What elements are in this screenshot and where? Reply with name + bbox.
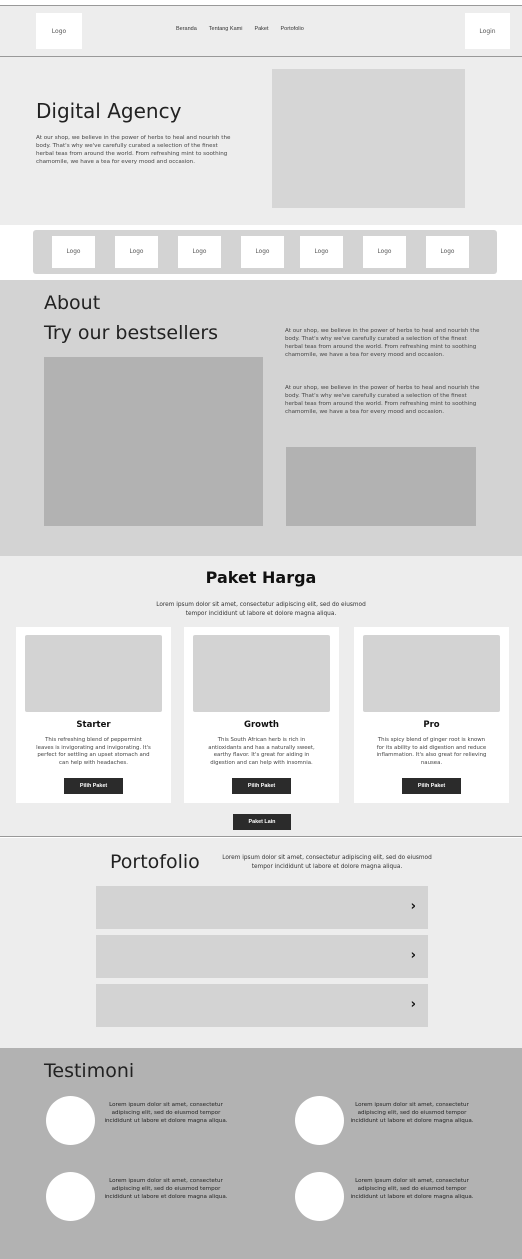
about-title: About [44,292,101,314]
chevron-right-icon: › [410,948,416,963]
card-image-placeholder [25,635,162,712]
login-button[interactable]: Login [465,13,510,49]
portfolio-title: Portofolio [110,851,200,873]
portfolio-section: Portofolio Lorem ipsum dolor sit amet, c… [0,838,522,1048]
about-paragraph: At our shop, we believe in the power of … [285,385,480,415]
client-logo: Logo [52,236,95,268]
client-logo: Logo [178,236,221,268]
pricing-card-starter: Starter This refreshing blend of pepperm… [16,627,171,803]
card-title: Starter [76,720,111,730]
testimonial-text: Lorem ipsum dolor sit amet, consectetur … [350,1102,474,1124]
testimonial-text: Lorem ipsum dolor sit amet, consectetur … [104,1102,228,1124]
hero-title: Digital Agency [36,99,182,123]
chevron-right-icon: › [410,899,416,914]
more-plans-button[interactable]: Paket Lain [233,814,291,830]
choose-plan-button[interactable]: Pilih Paket [402,778,461,794]
testimonial-title: Testimoni [44,1060,135,1082]
about-secondary-image-placeholder [286,447,476,526]
card-title: Pro [423,720,440,730]
client-logo: Logo [363,236,406,268]
about-subtitle: Try our bestsellers [44,322,219,344]
pricing-card-pro: Pro This spicy blend of ginger root is k… [354,627,509,803]
portfolio-accordion-item[interactable]: › [96,984,428,1027]
choose-plan-button[interactable]: Pilih Paket [232,778,291,794]
nav-menu: Beranda Tentang Kami Paket Portofolio [176,26,304,32]
card-description: This South African herb is rich in antio… [208,737,315,766]
card-description: This refreshing blend of peppermint leav… [36,737,151,766]
client-logo: Logo [241,236,284,268]
card-description: This spicy blend of ginger root is known… [376,737,487,766]
client-logo: Logo [300,236,343,268]
card-image-placeholder [363,635,500,712]
about-section: About Try our bestsellers At our shop, w… [0,280,522,556]
testimonial-text: Lorem ipsum dolor sit amet, consectetur … [104,1178,228,1200]
choose-plan-button[interactable]: Pilih Paket [64,778,123,794]
card-image-placeholder [193,635,330,712]
client-logos-strip: Logo Logo Logo Logo Logo Logo Logo [33,230,497,274]
nav-item-portofolio[interactable]: Portofolio [281,26,304,32]
pricing-title: Paket Harga [205,568,317,587]
navbar: Logo Beranda Tentang Kami Paket Portofol… [0,5,522,57]
pricing-section: Paket Harga Lorem ipsum dolor sit amet, … [0,556,522,837]
about-paragraph: At our shop, we believe in the power of … [285,328,480,358]
portfolio-accordion-item[interactable]: › [96,935,428,978]
pricing-subtitle: Lorem ipsum dolor sit amet, consectetur … [156,602,366,617]
chevron-right-icon: › [410,997,416,1012]
nav-item-beranda[interactable]: Beranda [176,26,197,32]
nav-item-tentang-kami[interactable]: Tentang Kami [209,26,243,32]
client-logo: Logo [115,236,158,268]
testimonial-avatar [295,1096,344,1145]
hero-section: Digital Agency At our shop, we believe i… [0,57,522,225]
testimonial-avatar [295,1172,344,1221]
portfolio-accordion-item[interactable]: › [96,886,428,929]
about-image-placeholder [44,357,263,526]
nav-item-paket[interactable]: Paket [254,26,268,32]
card-title: Growth [244,720,279,730]
hero-image-placeholder [272,69,465,208]
testimonial-text: Lorem ipsum dolor sit amet, consectetur … [350,1178,474,1200]
testimonial-section: Testimoni Lorem ipsum dolor sit amet, co… [0,1048,522,1259]
client-logo: Logo [426,236,469,268]
portfolio-description: Lorem ipsum dolor sit amet, consectetur … [222,855,432,870]
testimonial-avatar [46,1172,95,1221]
nav-logo[interactable]: Logo [36,13,82,49]
pricing-card-growth: Growth This South African herb is rich i… [184,627,339,803]
testimonial-avatar [46,1096,95,1145]
client-logos-section: Logo Logo Logo Logo Logo Logo Logo [0,225,522,280]
hero-text: At our shop, we believe in the power of … [36,135,231,165]
